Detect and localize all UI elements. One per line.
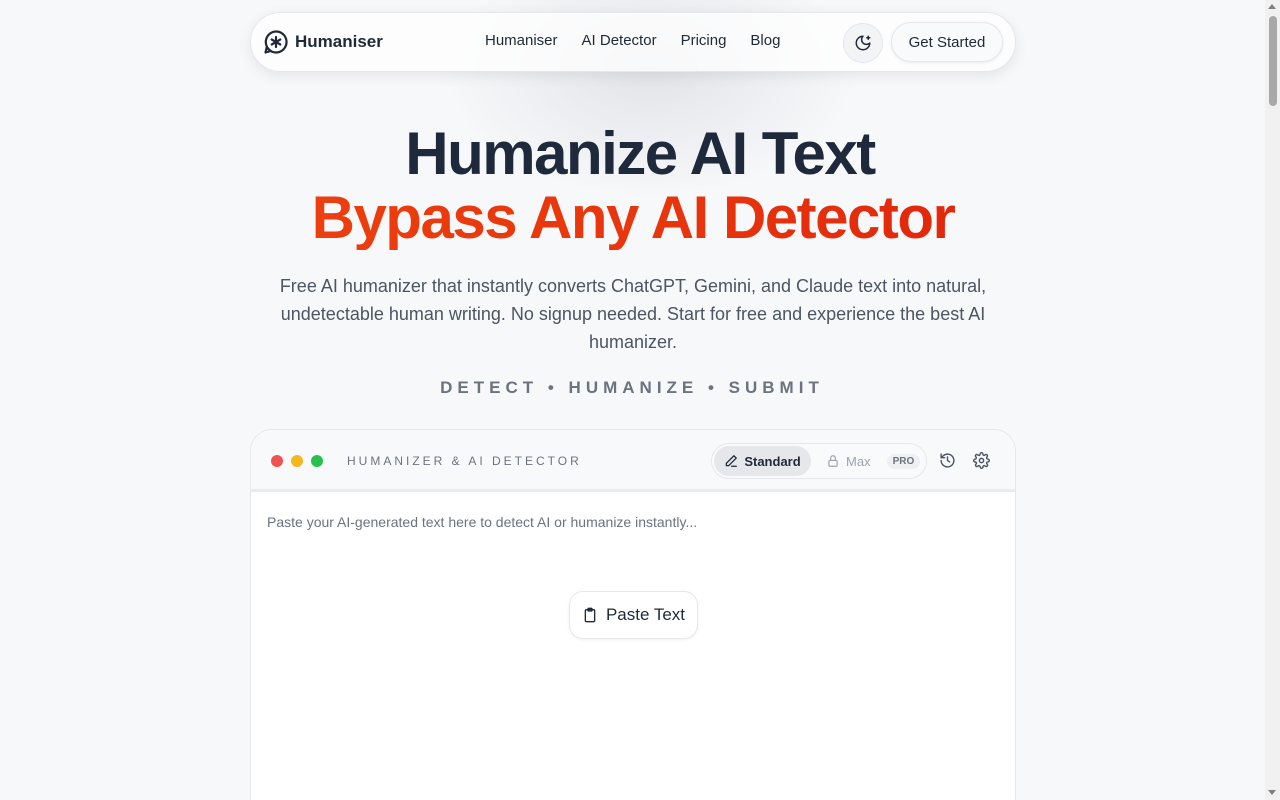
brand[interactable]: Humaniser [263, 29, 383, 55]
moon-icon [855, 35, 871, 51]
nav-link-pricing[interactable]: Pricing [681, 32, 727, 49]
scroll-thumb[interactable] [1269, 16, 1277, 106]
text-input-placeholder[interactable]: Paste your AI-generated text here to det… [267, 514, 697, 530]
mode-max-button[interactable]: Max PRO [826, 446, 921, 476]
hero-tagline: DETECT • HUMANIZE • SUBMIT [440, 378, 824, 397]
mode-max-label: Max [846, 453, 871, 469]
brand-name: Humaniser [295, 32, 383, 51]
mode-selector: Standard Max PRO [711, 443, 927, 479]
nav-link-ai-detector[interactable]: AI Detector [582, 32, 657, 49]
tool-title: HUMANIZER & AI DETECTOR [347, 454, 582, 468]
scroll-down-arrow[interactable] [1268, 790, 1276, 795]
get-started-button[interactable]: Get Started [891, 22, 1003, 62]
lock-icon [828, 455, 838, 467]
gear-icon [972, 451, 990, 469]
clipboard-icon [584, 607, 596, 623]
settings-button[interactable] [971, 450, 991, 470]
window-dot-yellow [291, 455, 303, 467]
nav-links: Humaniser AI Detector Pricing Blog [485, 32, 780, 49]
mode-standard-label: Standard [744, 453, 801, 469]
nav-link-humaniser[interactable]: Humaniser [485, 32, 558, 49]
scroll-up-arrow[interactable] [1268, 4, 1276, 9]
hero-title: Humanize AI Text [405, 120, 876, 187]
humanizer-tool-card: HUMANIZER & AI DETECTOR Standard Max PRO [250, 429, 1016, 800]
hero-description: Free AI humanizer that instantly convert… [279, 276, 987, 352]
paste-text-button[interactable]: Paste Text [569, 591, 698, 639]
window-dot-red [271, 455, 283, 467]
paste-text-label: Paste Text [605, 605, 686, 624]
pencil-icon [726, 455, 738, 467]
theme-toggle-button[interactable] [843, 23, 883, 63]
nav-link-blog[interactable]: Blog [750, 32, 780, 49]
tool-header: HUMANIZER & AI DETECTOR Standard Max PRO [251, 430, 1015, 492]
history-icon [939, 452, 955, 468]
asterisk-chat-icon [264, 30, 288, 54]
navbar: Humaniser Humaniser AI Detector Pricing … [250, 12, 1016, 72]
pro-badge: PRO [886, 453, 921, 469]
page-scrollbar[interactable] [1265, 0, 1280, 800]
mode-standard-button[interactable]: Standard [714, 446, 811, 476]
hero-subtitle: Bypass Any AI Detector [0, 186, 1266, 250]
window-dot-green [311, 455, 323, 467]
history-button[interactable] [937, 450, 957, 470]
